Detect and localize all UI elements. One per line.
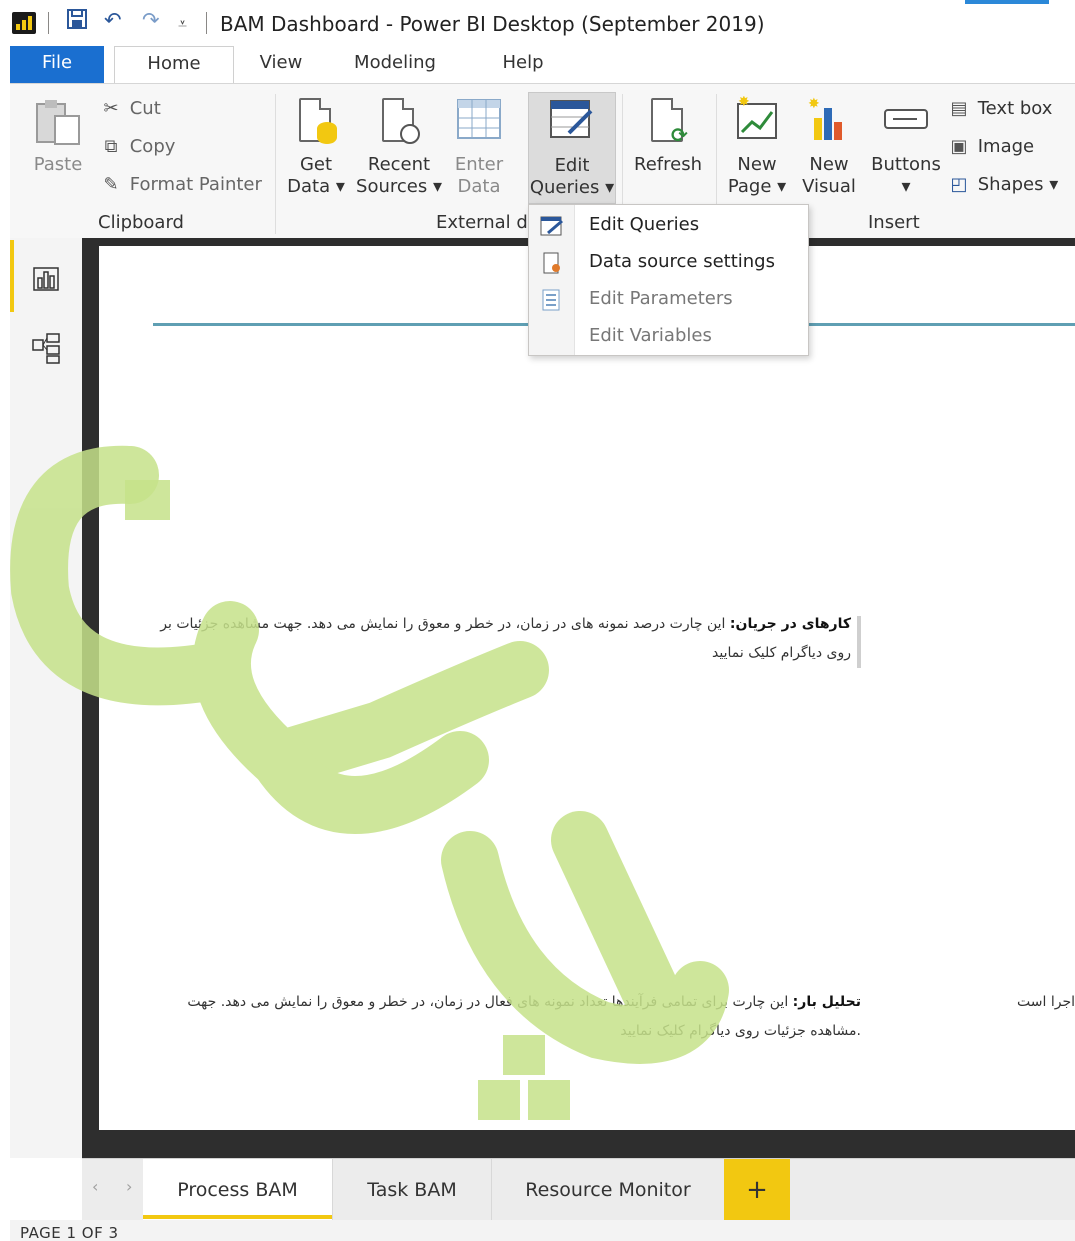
text-box-button[interactable]: ▤ Text box	[946, 98, 1052, 119]
menu-item-edit-variables[interactable]: Edit Variables	[529, 318, 809, 355]
edit-queries-icon	[549, 97, 595, 147]
recent-sources-icon	[376, 96, 422, 146]
tab-modeling[interactable]: Modeling	[340, 46, 450, 83]
page-tab-process-bam[interactable]: Process BAM	[143, 1159, 332, 1221]
new-visual-icon: ✸	[806, 96, 852, 146]
format-painter-icon: ✎	[103, 174, 119, 195]
svg-text:✸: ✸	[738, 96, 750, 110]
save-icon[interactable]	[66, 8, 88, 35]
svg-text:✸: ✸	[808, 96, 820, 112]
status-bar: PAGE 1 OF 3	[10, 1220, 1075, 1241]
paste-button[interactable]: Paste	[28, 96, 88, 176]
power-bi-logo-icon	[12, 12, 36, 34]
scissors-icon: ✂	[103, 98, 119, 119]
report-page[interactable]: کارهای در جریان: این چارت درصد نمونه های…	[99, 246, 1075, 1130]
buttons-button[interactable]: Buttons ▾	[868, 96, 944, 198]
get-data-icon	[293, 96, 339, 146]
data-source-settings-icon	[539, 252, 565, 274]
scroll-left-icon[interactable]: ‹	[92, 1177, 98, 1196]
scroll-right-icon[interactable]: ›	[126, 1177, 132, 1196]
group-label-clipboard: Clipboard	[98, 212, 184, 233]
recent-sources-button[interactable]: Recent Sources ▾	[356, 96, 442, 198]
page-count-label: PAGE 1 OF 3	[20, 1224, 119, 1241]
report-view-icon[interactable]	[30, 262, 62, 294]
tab-view[interactable]: View	[246, 46, 316, 83]
tab-help[interactable]: Help	[488, 46, 558, 83]
shapes-icon: ◰	[950, 174, 968, 195]
page-tab-resource-monitor[interactable]: Resource Monitor	[492, 1159, 724, 1221]
add-page-button[interactable]: +	[724, 1159, 790, 1221]
group-label-insert: Insert	[868, 212, 920, 233]
new-page-icon: ✸	[734, 94, 780, 146]
edit-parameters-icon	[539, 289, 565, 311]
copy-button[interactable]: ⧉ Copy	[98, 136, 176, 157]
tab-home[interactable]: Home	[114, 46, 234, 83]
shapes-button[interactable]: ◰ Shapes ▾	[946, 174, 1058, 195]
new-visual-button[interactable]: ✸ New Visual	[796, 96, 862, 198]
group-label-external-data: External da	[436, 212, 539, 233]
text-box-icon: ▤	[950, 98, 968, 119]
report-canvas-area: کارهای در جریان: این چارت درصد نمونه های…	[82, 238, 1075, 1158]
text-box-fragment[interactable]: اجرا است	[999, 988, 1075, 1017]
text-box-work-in-progress[interactable]: کارهای در جریان: این چارت درصد نمونه های…	[119, 610, 851, 668]
paste-icon	[33, 96, 83, 148]
enter-data-button[interactable]: Enter Data	[448, 96, 510, 198]
model-view-icon[interactable]	[30, 332, 62, 364]
image-icon: ▣	[950, 136, 968, 157]
get-data-button[interactable]: Get Data ▾	[282, 96, 350, 198]
ribbon-tabs: File Home View Modeling Help	[10, 46, 1075, 83]
image-button[interactable]: ▣ Image	[946, 136, 1034, 157]
new-page-button[interactable]: ✸ New Page ▾	[722, 94, 792, 198]
view-switcher	[10, 238, 82, 1158]
customize-toolbar-icon[interactable]: ⩡	[178, 14, 187, 34]
tab-file[interactable]: File	[10, 46, 104, 83]
menu-item-edit-parameters[interactable]: Edit Parameters	[529, 281, 809, 318]
copy-icon: ⧉	[104, 136, 118, 157]
edit-queries-button[interactable]: Edit Queries ▾	[528, 92, 616, 204]
menu-item-edit-queries[interactable]: Edit Queries	[529, 207, 809, 244]
page-tabs-bar: ‹ › Process BAM Task BAM Resource Monito…	[82, 1158, 1075, 1221]
edit-queries-dropdown: Edit Queries Data source settings Edit P…	[528, 204, 809, 356]
edit-queries-icon	[539, 215, 565, 237]
cut-button[interactable]: ✂ Cut	[98, 98, 160, 119]
window-title: BAM Dashboard - Power BI Desktop (Septem…	[220, 12, 765, 36]
refresh-button[interactable]: ⟳ Refresh	[630, 96, 706, 176]
menu-item-data-source-settings[interactable]: Data source settings	[529, 244, 809, 281]
refresh-icon: ⟳	[645, 96, 691, 146]
button-icon	[883, 96, 929, 146]
redo-icon[interactable]: ↷	[142, 8, 160, 32]
format-painter-button[interactable]: ✎ Format Painter	[98, 174, 261, 195]
page-tab-task-bam[interactable]: Task BAM	[332, 1159, 492, 1221]
table-icon	[456, 96, 502, 146]
text-box-load-analysis[interactable]: تحلیل بار: این چارت برای تمامی فرآیندها …	[135, 988, 861, 1046]
undo-icon[interactable]: ↶	[104, 8, 122, 32]
title-bar: ↶ ↷ ⩡ BAM Dashboard - Power BI Desktop (…	[0, 0, 1075, 46]
